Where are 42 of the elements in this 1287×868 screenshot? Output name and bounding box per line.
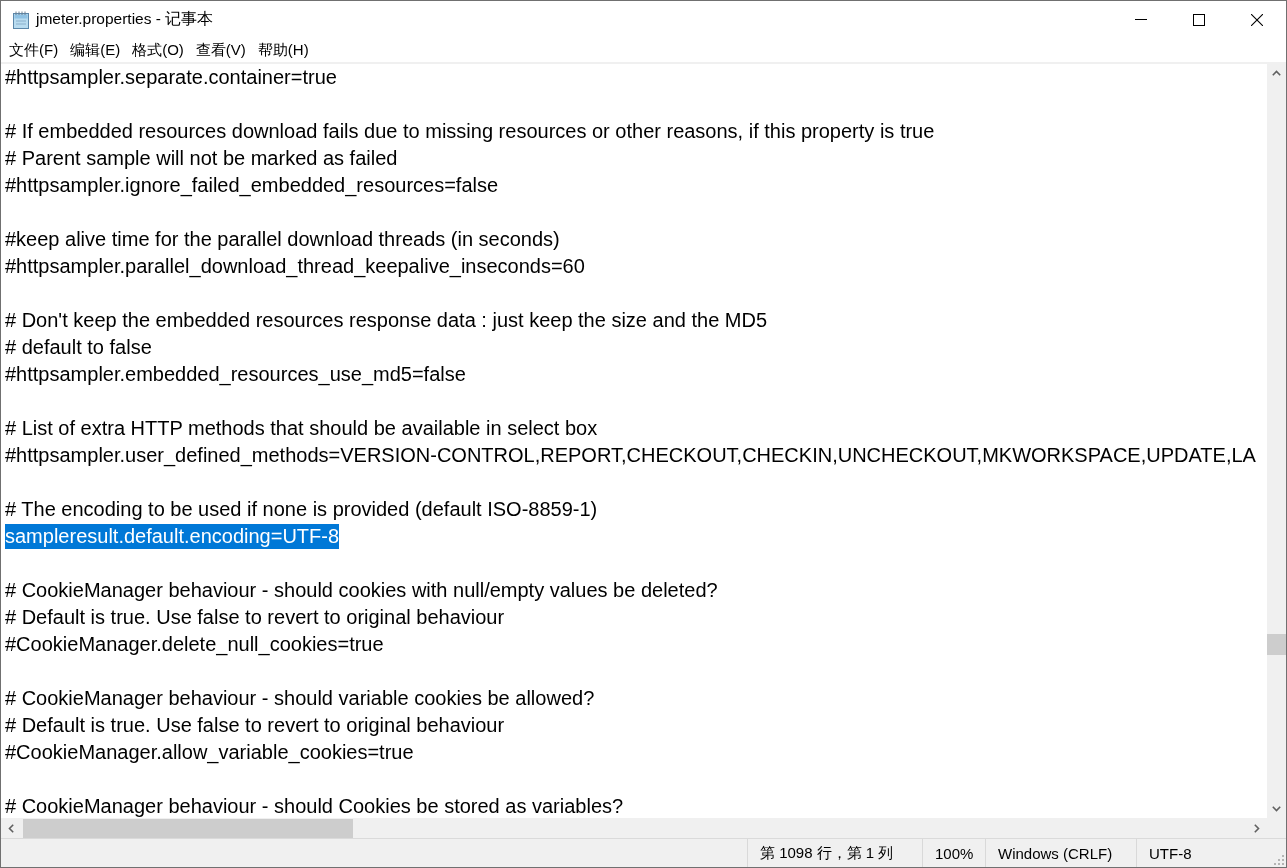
notepad-icon <box>12 10 30 29</box>
menu-item[interactable]: 查看(V) <box>189 38 252 62</box>
scrollbar-thumb[interactable] <box>1267 634 1286 655</box>
text-line: #httpsampler.user_defined_methods=VERSION-CONTROL,REPORT,CHECKOUT,CHECKIN,UNCHECKOUT,MKWORKSPACE,UPDATE,LA <box>5 443 1256 468</box>
text-line: #CookieManager.allow_variable_cookies=true <box>5 740 414 765</box>
text-line: # CookieManager behaviour - should variable cookies be allowed? <box>5 686 595 711</box>
text-line: #CookieManager.delete_null_cookies=true <box>5 632 384 657</box>
scrollbar-thumb[interactable] <box>23 818 353 838</box>
vertical-scrollbar[interactable] <box>1267 64 1286 818</box>
text-line: # Default is true. Use false to revert to original behaviour <box>5 605 505 630</box>
scroll-left-icon[interactable] <box>8 823 14 833</box>
window-title: jmeter.properties - 记事本 <box>36 9 214 29</box>
text-encoding: UTF-8 <box>1149 844 1192 862</box>
zoom-level: 100% <box>935 844 974 862</box>
text-line: #httpsampler.ignore_failed_embedded_resources=false <box>5 173 499 198</box>
text-line: # If embedded resources download fails due to missing resources or other reasons, if this property is true <box>5 119 935 144</box>
text-line: # List of extra HTTP methods that should be available in select box <box>5 416 598 441</box>
menu-item[interactable]: 编辑(E) <box>64 38 127 62</box>
scroll-right-icon[interactable] <box>1254 823 1260 833</box>
line-ending: Windows (CRLF) <box>998 844 1113 862</box>
minimize-icon <box>1135 19 1147 20</box>
text-line: #keep alive time for the parallel download threads (in seconds) <box>5 227 560 252</box>
text-line: # CookieManager behaviour - should cookies with null/empty values be deleted? <box>5 578 718 603</box>
menu-item[interactable]: 帮助(H) <box>251 38 315 62</box>
scroll-up-icon[interactable] <box>1272 70 1281 76</box>
text-line: #httpsampler.separate.container=true <box>5 65 337 90</box>
resize-grip-icon[interactable] <box>1274 855 1284 865</box>
menu-item[interactable]: 文件(F) <box>3 38 65 62</box>
horizontal-scrollbar[interactable] <box>1 818 1267 838</box>
text-line: # Don't keep the embedded resources response data : just keep the size and the MD5 <box>5 308 768 333</box>
text-line: # Default is true. Use false to revert to original behaviour <box>5 713 505 738</box>
text-line: # The encoding to be used if none is provided (default ISO-8859-1) <box>5 497 598 522</box>
text-line: #httpsampler.parallel_download_thread_keepalive_inseconds=60 <box>5 254 585 279</box>
close-icon <box>1251 13 1263 26</box>
text-line: # Parent sample will not be marked as failed <box>5 146 398 171</box>
text-line: #httpsampler.embedded_resources_use_md5=false <box>5 362 466 387</box>
text-line: # default to false <box>5 335 152 360</box>
cursor-position: 第 1098 行，第 1 列 <box>760 843 894 863</box>
maximize-icon <box>1193 13 1205 26</box>
scroll-down-icon[interactable] <box>1272 806 1281 812</box>
menu-item[interactable]: 格式(O) <box>126 38 190 62</box>
text-line: # CookieManager behaviour - should Cookies be stored as variables? <box>5 794 624 818</box>
